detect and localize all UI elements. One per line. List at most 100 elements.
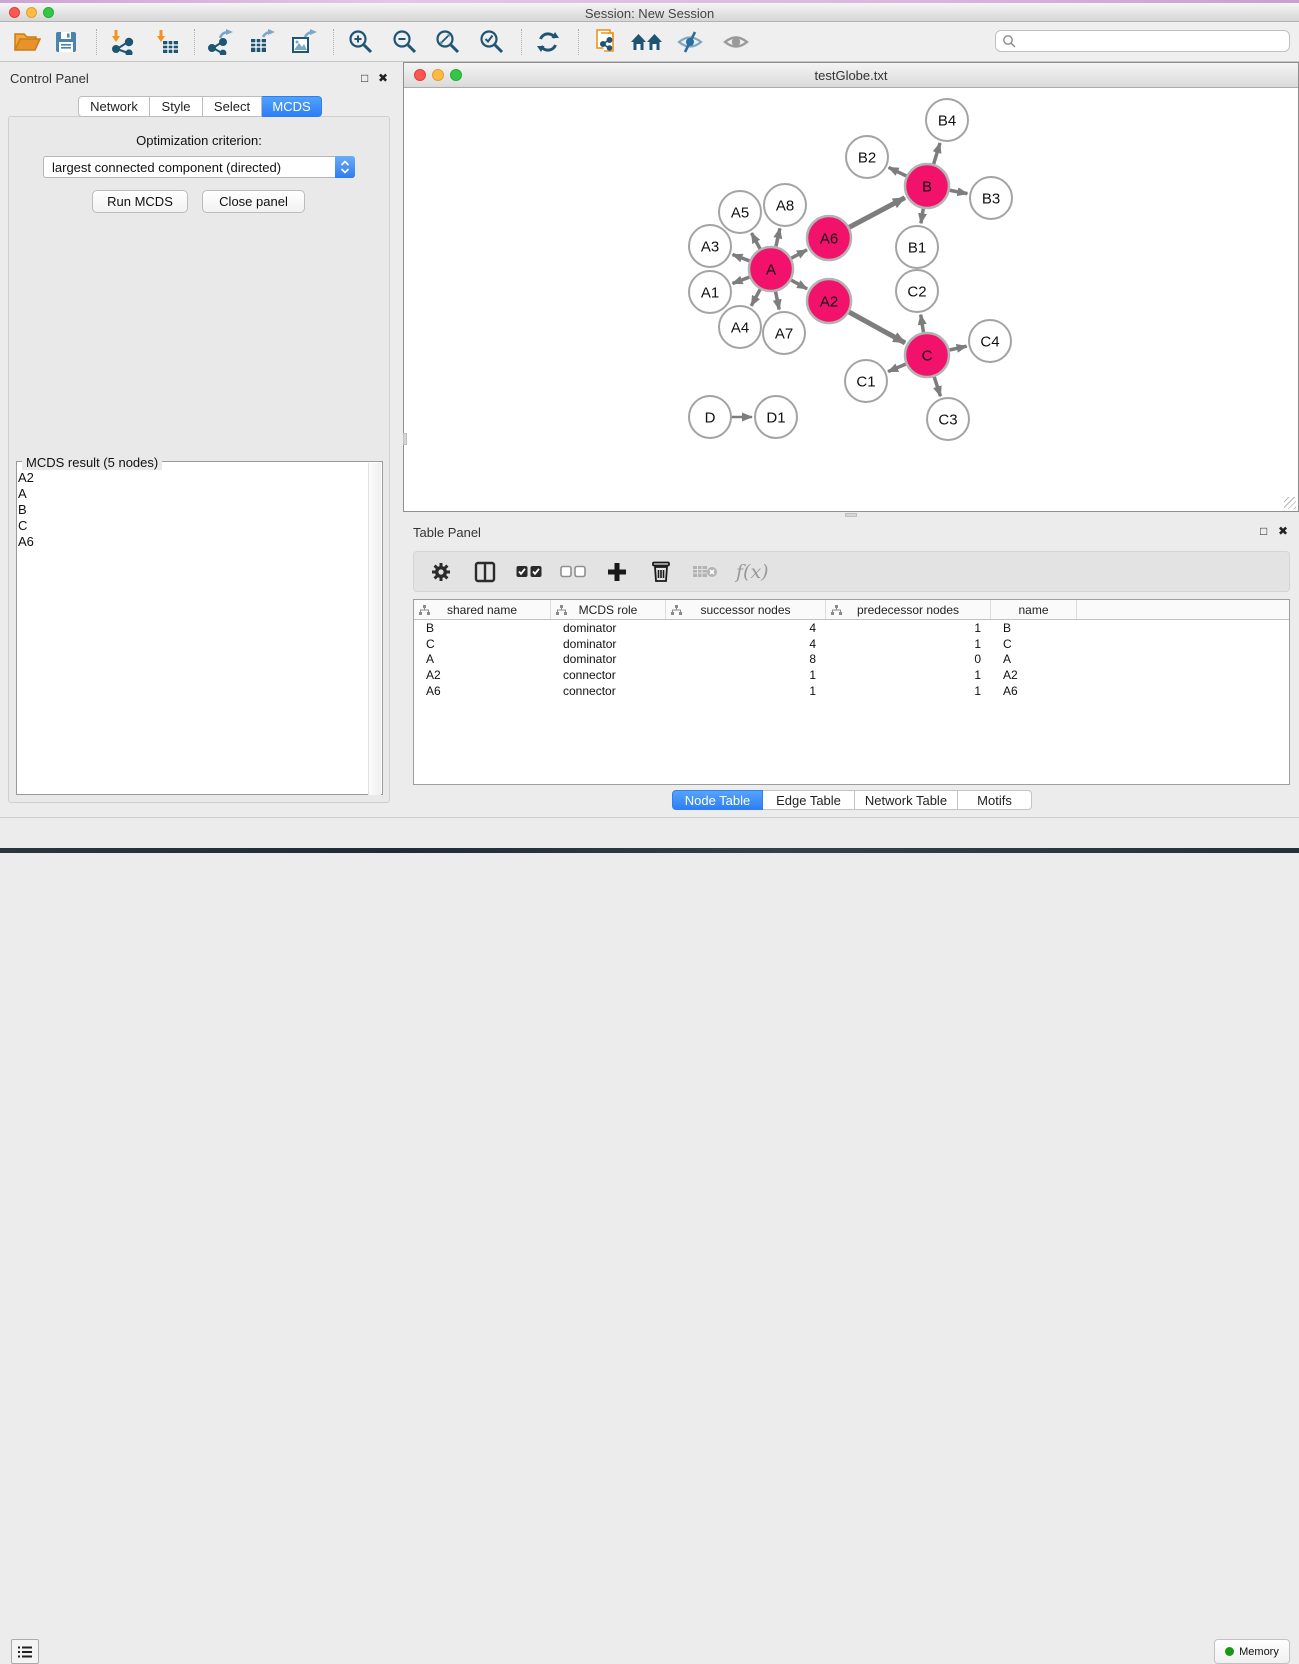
table-cell[interactable]: A2: [991, 668, 1077, 682]
graph-node-C[interactable]: C: [905, 333, 949, 377]
graph-node-A4[interactable]: A4: [719, 306, 761, 348]
tab-node-table[interactable]: Node Table: [672, 790, 763, 810]
graph-node-B4[interactable]: B4: [926, 99, 968, 141]
mcds-result-item[interactable]: A2: [18, 470, 358, 486]
graph-node-A2[interactable]: A2: [807, 279, 851, 323]
table-cell[interactable]: 4: [666, 621, 826, 635]
mcds-result-item[interactable]: A: [18, 486, 358, 502]
graph-node-C3[interactable]: C3: [927, 398, 969, 440]
close-panel-button[interactable]: Close panel: [202, 190, 305, 213]
column-header-predecessor-nodes[interactable]: predecessor nodes: [826, 600, 991, 619]
table-cell[interactable]: C: [414, 637, 551, 651]
tab-motifs[interactable]: Motifs: [958, 790, 1032, 810]
export-network-icon[interactable]: [203, 26, 237, 58]
run-mcds-button[interactable]: Run MCDS: [92, 190, 188, 213]
graph-node-B[interactable]: B: [905, 164, 949, 208]
table-row[interactable]: Cdominator41C: [414, 636, 1289, 652]
graph-node-A6[interactable]: A6: [807, 216, 851, 260]
memory-button[interactable]: Memory: [1214, 1639, 1290, 1664]
network-graph-canvas[interactable]: B4 B2 B B3 A8A5 A6 A3 B1 A A1 C2 A2 A4A7 C4 C C1 D D1 C3: [404, 88, 1298, 511]
table-row[interactable]: A6connector11A6: [414, 683, 1289, 699]
table-cell[interactable]: 0: [826, 652, 991, 666]
table-cell[interactable]: A6: [991, 684, 1077, 698]
table-cell[interactable]: 4: [666, 637, 826, 651]
table-cell[interactable]: 1: [826, 668, 991, 682]
import-table-icon[interactable]: [150, 26, 184, 58]
graph-node-C4[interactable]: C4: [969, 320, 1011, 362]
tab-mcds[interactable]: MCDS: [262, 96, 322, 117]
graph-node-D1[interactable]: D1: [755, 396, 797, 438]
deselect-all-checkboxes-icon[interactable]: [560, 559, 586, 585]
table-row[interactable]: A2connector11A2: [414, 667, 1289, 683]
table-panel-float-icon[interactable]: □: [1260, 525, 1267, 537]
table-cell[interactable]: 8: [666, 652, 826, 666]
zoom-in-icon[interactable]: [344, 26, 378, 58]
table-cell[interactable]: A: [991, 652, 1077, 666]
mcds-result-item[interactable]: A6: [18, 534, 358, 550]
node-table[interactable]: shared nameMCDS rolesuccessor nodesprede…: [413, 599, 1290, 785]
graph-node-B3[interactable]: B3: [970, 177, 1012, 219]
tab-select[interactable]: Select: [203, 96, 262, 117]
table-cell[interactable]: 1: [666, 684, 826, 698]
graph-node-C2[interactable]: C2: [896, 270, 938, 312]
graph-node-B1[interactable]: B1: [896, 226, 938, 268]
column-layout-icon[interactable]: [472, 559, 498, 585]
table-row[interactable]: Bdominator41B: [414, 620, 1289, 636]
table-cell[interactable]: A2: [414, 668, 551, 682]
show-graphics-details-icon[interactable]: [719, 26, 753, 58]
table-cell[interactable]: 1: [826, 684, 991, 698]
table-cell[interactable]: 1: [826, 621, 991, 635]
clone-network-icon[interactable]: [590, 26, 624, 58]
graph-node-A7[interactable]: A7: [763, 312, 805, 354]
open-file-icon[interactable]: [10, 26, 44, 58]
graph-node-A8[interactable]: A8: [764, 184, 806, 226]
graph-node-C1[interactable]: C1: [845, 360, 887, 402]
search-box[interactable]: [995, 30, 1290, 52]
table-row[interactable]: Adominator80A: [414, 652, 1289, 668]
settings-gear-icon[interactable]: [428, 559, 454, 585]
control-panel-float-icon[interactable]: □: [361, 72, 368, 84]
splitpane-handle[interactable]: [403, 433, 407, 445]
search-input[interactable]: [1017, 32, 1289, 50]
table-cell[interactable]: 1: [826, 637, 991, 651]
table-cell[interactable]: 1: [666, 668, 826, 682]
mcds-result-scrollbar[interactable]: [368, 463, 381, 795]
table-cell[interactable]: connector: [551, 684, 666, 698]
column-header-name[interactable]: name: [991, 600, 1077, 619]
table-cell[interactable]: A: [414, 652, 551, 666]
zoom-selected-icon[interactable]: [475, 26, 509, 58]
zoom-out-icon[interactable]: [388, 26, 422, 58]
tab-edge-table[interactable]: Edge Table: [763, 790, 855, 810]
mcds-result-item[interactable]: C: [18, 518, 358, 534]
splitpane-handle[interactable]: [845, 513, 857, 517]
table-cell[interactable]: dominator: [551, 652, 666, 666]
delete-column-icon[interactable]: [648, 559, 674, 585]
optimization-criterion-select[interactable]: largest connected component (directed): [43, 156, 355, 178]
export-image-icon[interactable]: [287, 26, 321, 58]
refresh-layout-icon[interactable]: [531, 26, 565, 58]
graph-node-A1[interactable]: A1: [689, 271, 731, 313]
column-header-shared-name[interactable]: shared name: [414, 600, 551, 619]
table-cell[interactable]: connector: [551, 668, 666, 682]
graph-node-D[interactable]: D: [689, 396, 731, 438]
graph-node-A[interactable]: A: [749, 247, 793, 291]
column-header-MCDS-role[interactable]: MCDS role: [551, 600, 666, 619]
import-network-icon[interactable]: [105, 26, 139, 58]
tab-network[interactable]: Network: [78, 96, 150, 117]
graph-node-A5[interactable]: A5: [719, 191, 761, 233]
task-history-button[interactable]: [11, 1639, 39, 1664]
table-cell[interactable]: dominator: [551, 621, 666, 635]
hide-graphics-details-icon[interactable]: [673, 26, 707, 58]
control-panel-close-icon[interactable]: ✖: [378, 72, 388, 84]
mcds-result-item[interactable]: B: [18, 502, 358, 518]
table-cell[interactable]: A6: [414, 684, 551, 698]
graph-node-A3[interactable]: A3: [689, 225, 731, 267]
tab-style[interactable]: Style: [150, 96, 203, 117]
graph-node-B2[interactable]: B2: [846, 136, 888, 178]
window-resize-grip[interactable]: [1284, 497, 1296, 509]
add-column-icon[interactable]: [604, 559, 630, 585]
table-cell[interactable]: C: [991, 637, 1077, 651]
select-all-checkboxes-icon[interactable]: [516, 559, 542, 585]
table-cell[interactable]: dominator: [551, 637, 666, 651]
export-table-icon[interactable]: [245, 26, 279, 58]
